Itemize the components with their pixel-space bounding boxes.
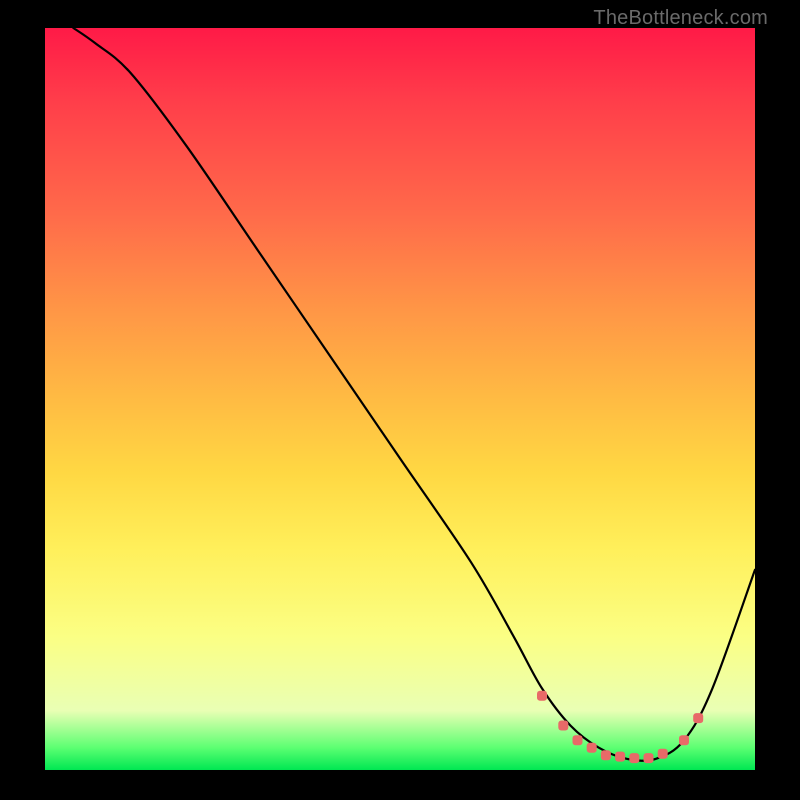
curve-marker [601, 750, 611, 760]
curve-marker [658, 749, 668, 759]
curve-marker [693, 713, 703, 723]
curve-marker [615, 752, 625, 762]
stage: TheBottleneck.com [0, 0, 800, 800]
curve-marker [629, 753, 639, 763]
bottleneck-curve [73, 28, 755, 761]
curve-marker [537, 691, 547, 701]
plot-area [45, 28, 755, 770]
curve-marker [644, 753, 654, 763]
chart-svg [45, 28, 755, 770]
curve-marker [573, 735, 583, 745]
watermark-text: TheBottleneck.com [593, 7, 768, 30]
curve-marker [587, 743, 597, 753]
marker-group [537, 691, 703, 763]
curve-marker [558, 721, 568, 731]
curve-marker [679, 735, 689, 745]
